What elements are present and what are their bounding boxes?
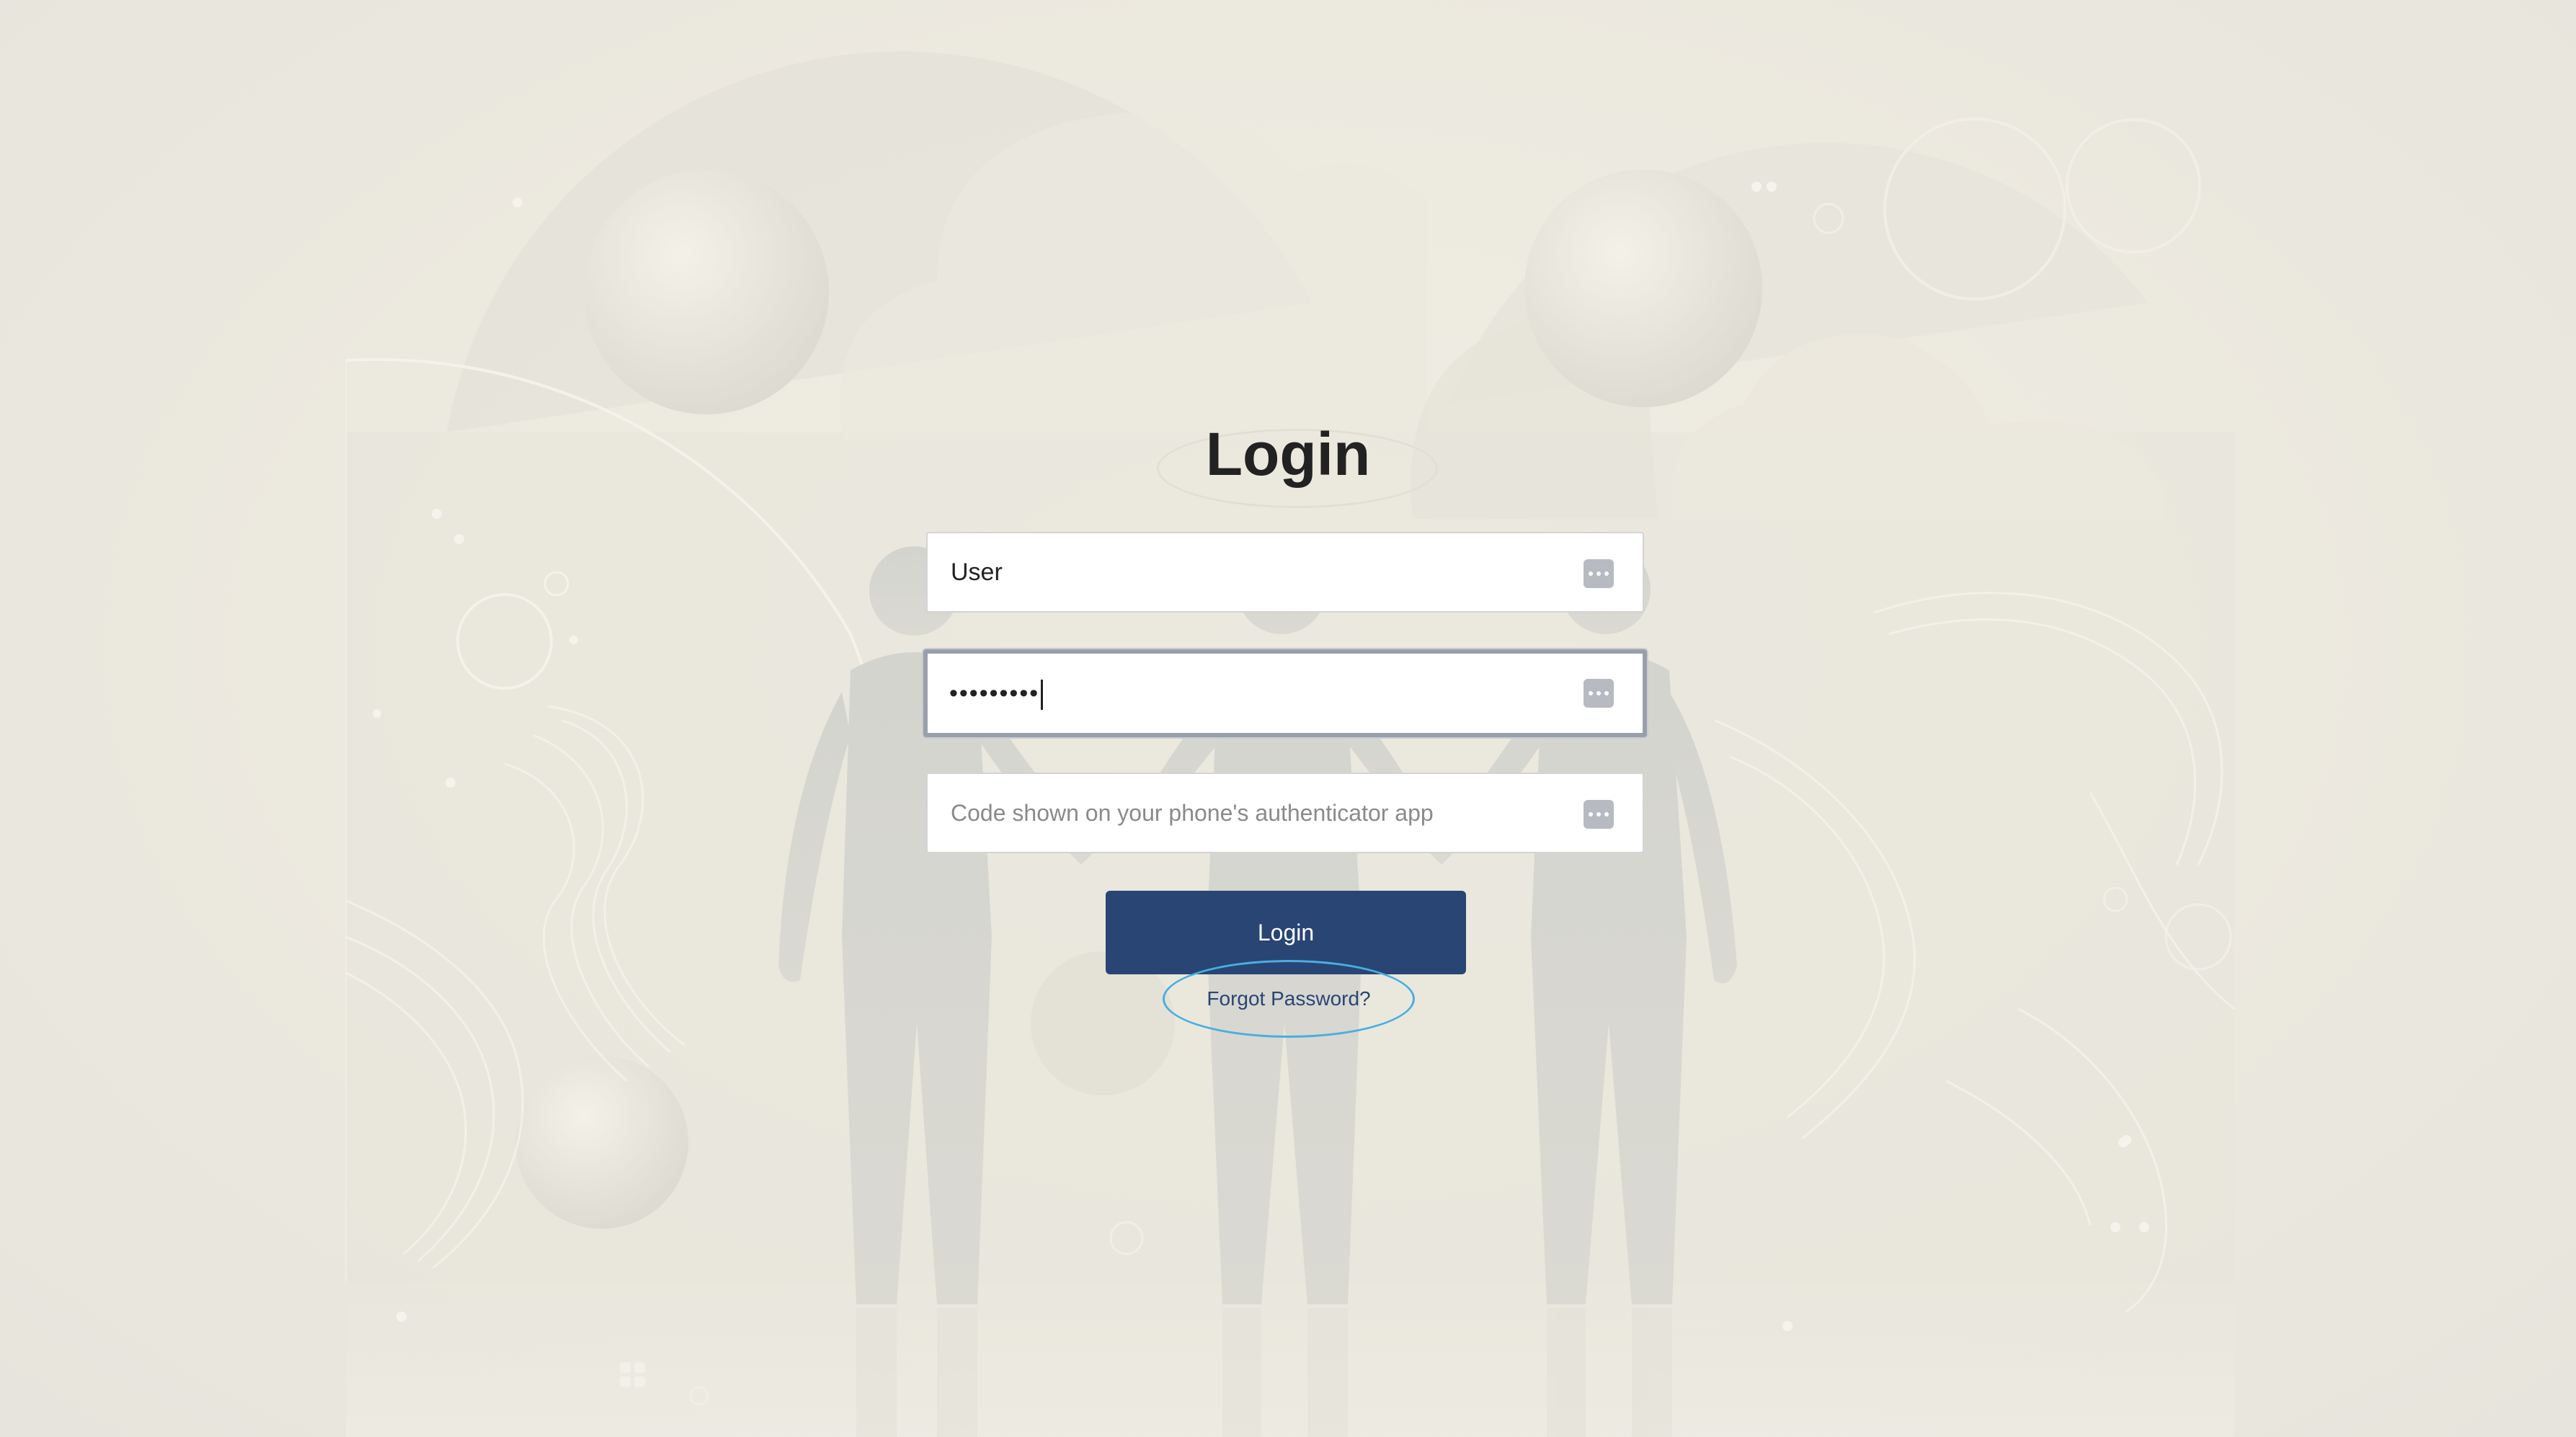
text-caret [1041, 680, 1044, 711]
login-form: Login User ••••••••• Code shown on your … [0, 0, 2576, 1437]
otp-code-field[interactable]: Code shown on your phone's authenticator… [926, 773, 1644, 853]
password-manager-key-icon[interactable] [1584, 679, 1614, 708]
password-field[interactable]: ••••••••• [923, 649, 1647, 737]
password-value: ••••••••• [949, 654, 1044, 733]
forgot-password-link[interactable]: Forgot Password? [1163, 958, 1415, 1039]
username-value: User [951, 559, 1003, 586]
password-manager-key-icon[interactable] [1584, 800, 1614, 829]
page-title: Login [1205, 420, 1371, 488]
username-field[interactable]: User [926, 532, 1644, 613]
password-manager-key-icon[interactable] [1584, 559, 1614, 588]
otp-code-placeholder: Code shown on your phone's authenticator… [951, 800, 1434, 826]
